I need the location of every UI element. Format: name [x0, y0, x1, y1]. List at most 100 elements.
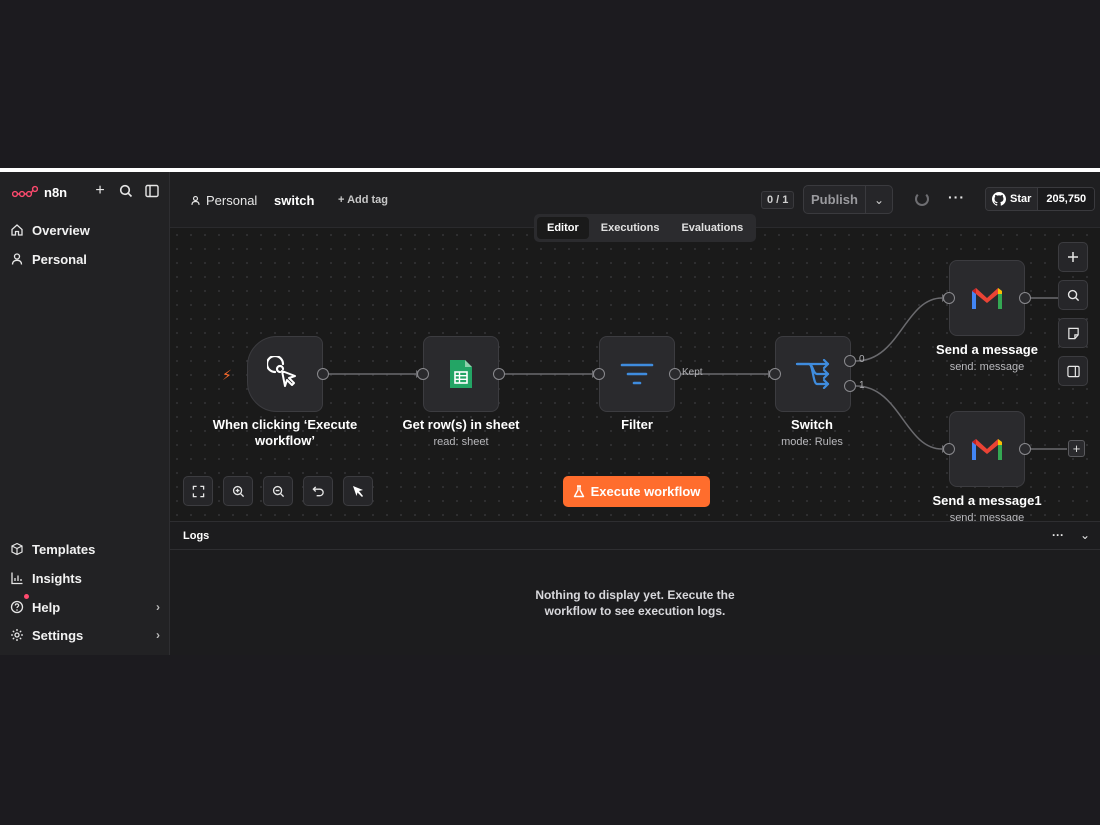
- help-icon: [10, 600, 24, 614]
- node-label: Send a message1: [932, 493, 1042, 508]
- logs-empty-message: Nothing to display yet. Execute the work…: [485, 587, 785, 619]
- home-icon: [11, 224, 23, 236]
- output-handle-1[interactable]: [844, 380, 856, 392]
- input-handle[interactable]: [417, 368, 429, 380]
- more-options-icon[interactable]: ···: [948, 189, 965, 205]
- search-icon: [1067, 289, 1079, 301]
- publish-button[interactable]: Publish: [804, 186, 866, 213]
- workflow-canvas[interactable]: ⚡ When clicking ‘Execute workflow’ Get r…: [170, 228, 1100, 521]
- add-tag-button[interactable]: + Add tag: [338, 194, 388, 206]
- chevron-down-icon[interactable]: ⌄: [866, 193, 892, 207]
- panel-right-icon: [1066, 365, 1080, 377]
- sidebar-item-insights[interactable]: Insights: [10, 567, 160, 589]
- node-google-sheets[interactable]: [423, 336, 499, 412]
- node-filter[interactable]: [599, 336, 675, 412]
- add-icon[interactable]: +: [91, 182, 109, 200]
- sidebar-item-label: Overview: [32, 222, 90, 238]
- output-handle[interactable]: [1019, 443, 1031, 455]
- github-star-widget[interactable]: Star 205,750: [985, 187, 1096, 211]
- sticky-note-icon: [1067, 327, 1079, 339]
- input-handle[interactable]: [769, 368, 781, 380]
- toggle-panel-button[interactable]: [1058, 356, 1088, 386]
- logs-header[interactable]: Logs ··· ⌄: [170, 522, 1100, 550]
- n8n-logo-icon: [12, 185, 38, 198]
- search-nodes-button[interactable]: [1058, 280, 1088, 310]
- chevron-right-icon: ›: [156, 600, 160, 614]
- magic-wand-icon: [353, 486, 363, 497]
- brand-logo[interactable]: n8n: [12, 182, 67, 202]
- sidebar-item-personal[interactable]: Personal: [10, 248, 160, 270]
- sidebar-item-settings[interactable]: Settings ›: [10, 624, 160, 646]
- node-gmail-send-message1[interactable]: [949, 411, 1025, 487]
- publish-button-group: Publish ⌄: [803, 185, 893, 214]
- lightning-icon: ⚡: [222, 367, 232, 383]
- node-label: Filter: [621, 417, 653, 432]
- github-star-count: 205,750: [1038, 188, 1095, 210]
- sidebar-item-label: Settings: [32, 627, 84, 643]
- bottom-letterbox: [0, 655, 1100, 825]
- canvas-right-toolbar: [1058, 242, 1088, 386]
- zoom-out-icon: [272, 485, 284, 497]
- logs-empty-line: workflow to see execution logs.: [544, 604, 726, 618]
- execute-workflow-button[interactable]: Execute workflow: [563, 476, 710, 507]
- edge-label-kept: Kept: [682, 367, 703, 378]
- notification-dot: [24, 594, 29, 599]
- node-gmail-send-message[interactable]: [949, 260, 1025, 336]
- tab-evaluations[interactable]: Evaluations: [671, 217, 753, 239]
- loading-spinner-icon: [915, 192, 929, 206]
- tab-editor[interactable]: Editor: [537, 217, 589, 239]
- workflow-name[interactable]: switch: [274, 193, 314, 208]
- add-node-button[interactable]: [1058, 242, 1088, 272]
- output-handle-0[interactable]: [844, 355, 856, 367]
- chevron-down-icon[interactable]: ⌄: [1080, 528, 1090, 542]
- cursor-click-icon: [267, 356, 296, 387]
- output-handle[interactable]: [669, 368, 681, 380]
- sticky-note-button[interactable]: [1058, 318, 1088, 348]
- input-handle[interactable]: [593, 368, 605, 380]
- tab-executions[interactable]: Executions: [591, 217, 670, 239]
- edge-label-output-0: 0: [859, 354, 865, 365]
- more-options-icon[interactable]: ···: [1052, 528, 1064, 542]
- tidy-up-button[interactable]: [343, 476, 373, 506]
- sidebar-item-label: Personal: [32, 251, 87, 267]
- canvas-bottom-toolbar: [183, 476, 373, 506]
- undo-icon: [311, 485, 324, 496]
- fit-view-button[interactable]: [183, 476, 213, 506]
- collapse-sidebar-icon[interactable]: [143, 182, 161, 200]
- filter-icon: [620, 363, 654, 385]
- input-handle[interactable]: [943, 443, 955, 455]
- output-handle[interactable]: [493, 368, 505, 380]
- zoom-out-button[interactable]: [263, 476, 293, 506]
- node-switch[interactable]: [775, 336, 851, 412]
- switch-routes-icon: [795, 359, 830, 389]
- sidebar-item-help[interactable]: Help ›: [10, 594, 160, 618]
- add-node-plus-icon[interactable]: +: [1068, 440, 1085, 457]
- output-handle[interactable]: [1019, 292, 1031, 304]
- fit-view-icon: [192, 485, 204, 497]
- node-label: Send a message: [936, 342, 1038, 357]
- github-icon: [992, 192, 1006, 206]
- view-tabs: Editor Executions Evaluations: [534, 214, 757, 242]
- version-badge[interactable]: 0 / 1: [761, 191, 795, 209]
- brand-name: n8n: [44, 184, 68, 200]
- output-handle[interactable]: [317, 368, 329, 380]
- user-icon: [191, 195, 200, 205]
- flask-icon: [573, 485, 584, 498]
- node-manual-trigger[interactable]: [247, 336, 323, 412]
- project-name: Personal: [206, 193, 258, 208]
- sidebar-item-templates[interactable]: Templates: [10, 538, 160, 560]
- sidebar-item-label: Templates: [32, 541, 96, 557]
- input-handle[interactable]: [943, 292, 955, 304]
- logs-empty-line: Nothing to display yet. Execute the: [535, 588, 735, 602]
- user-icon: [11, 253, 23, 265]
- sidebar-item-overview[interactable]: Overview: [10, 219, 160, 241]
- undo-button[interactable]: [303, 476, 333, 506]
- chart-icon: [11, 572, 23, 585]
- n8n-app: n8n + Overview Personal Templates Insigh…: [0, 172, 1100, 655]
- search-icon[interactable]: [117, 182, 135, 200]
- gear-icon: [11, 629, 23, 641]
- sidebar: n8n + Overview Personal Templates Insigh…: [0, 172, 170, 655]
- node-label: Get row(s) in sheet: [402, 417, 520, 432]
- breadcrumb-project[interactable]: Personal: [190, 193, 257, 208]
- zoom-in-button[interactable]: [223, 476, 253, 506]
